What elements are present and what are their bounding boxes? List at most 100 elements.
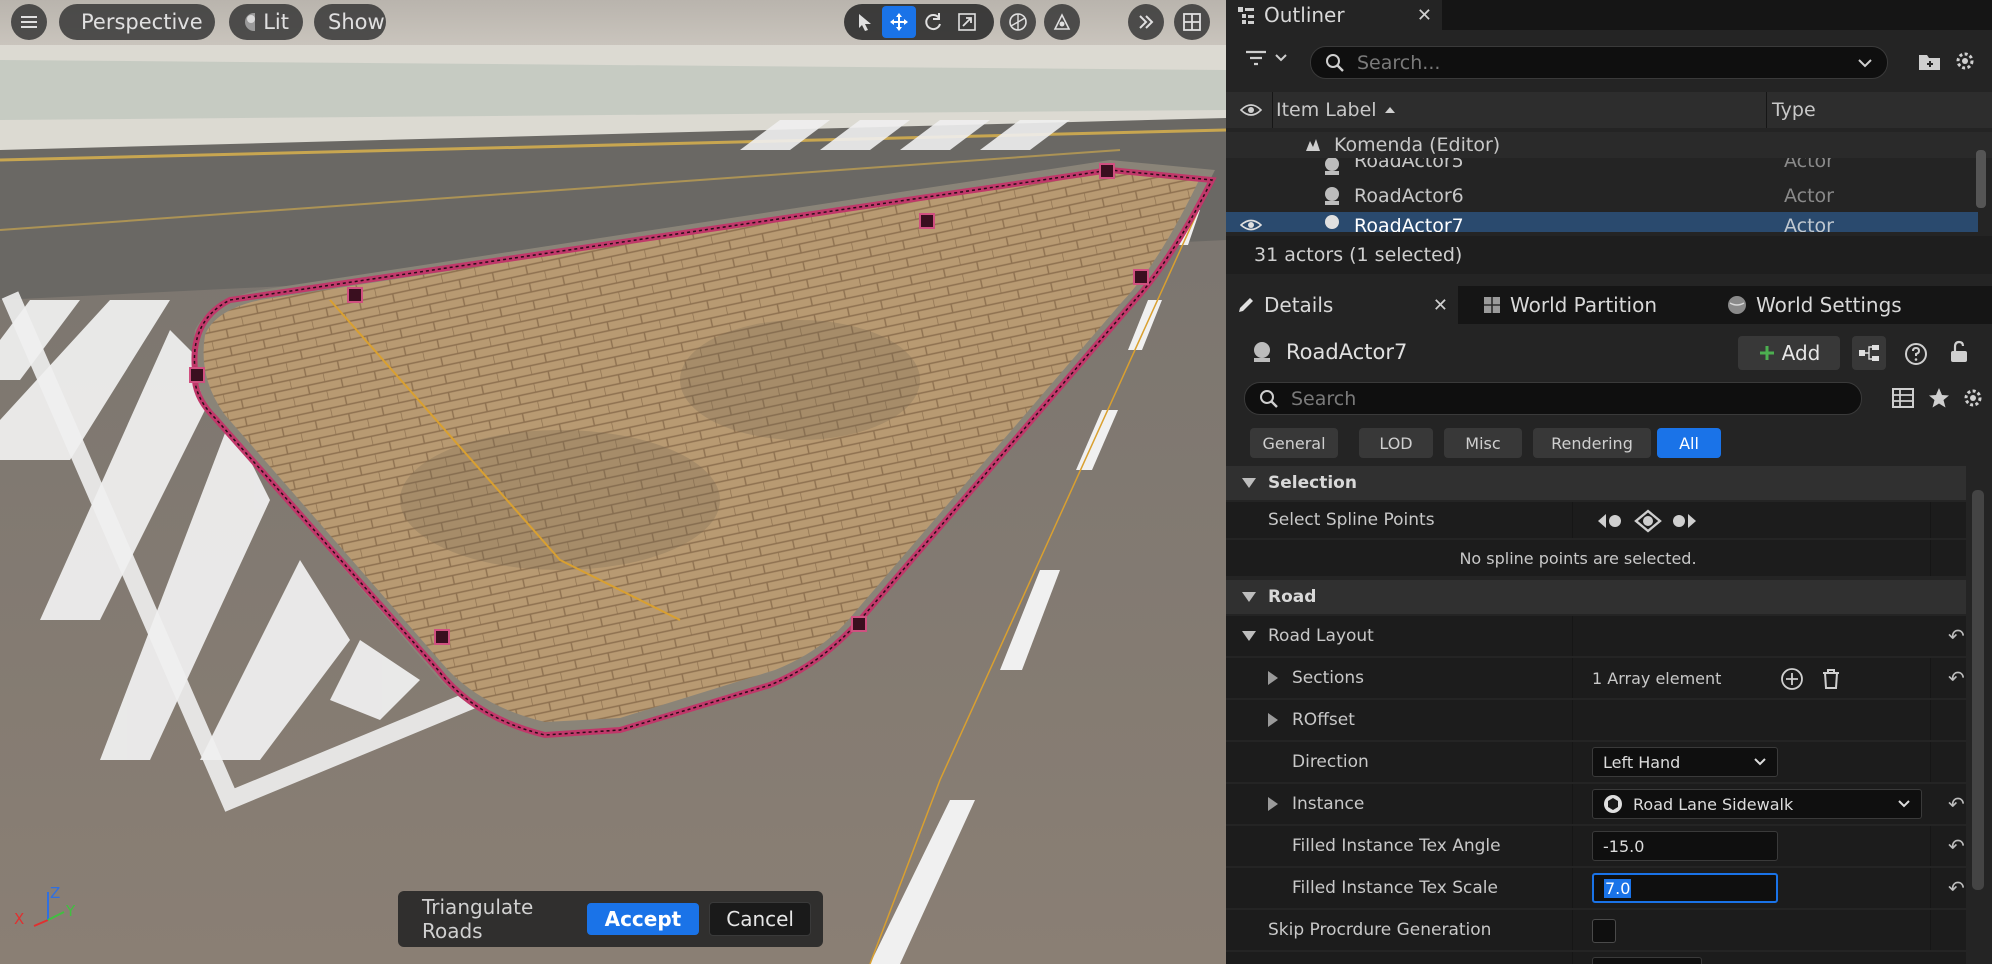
- right-panel: Outliner ✕ Search... Item Label Type Kom…: [1226, 0, 1992, 964]
- select-all-points-icon[interactable]: [1634, 509, 1662, 533]
- direction-row: Direction Left Hand: [1226, 742, 1966, 782]
- instance-row[interactable]: Instance Road Lane Sidewalk ↶: [1226, 784, 1966, 824]
- cancel-button[interactable]: Cancel: [709, 902, 811, 936]
- lock-icon[interactable]: [1948, 340, 1970, 364]
- tab-world-settings[interactable]: World Settings: [1716, 286, 1912, 324]
- trash-icon[interactable]: [1820, 667, 1842, 691]
- show-button[interactable]: Show: [314, 4, 386, 40]
- instance-value: Road Lane Sidewalk: [1633, 794, 1794, 814]
- accept-button[interactable]: Accept: [586, 903, 700, 935]
- road-layout-label: Road Layout: [1268, 626, 1374, 646]
- outliner-row-roadactor6[interactable]: RoadActor6 Actor: [1226, 182, 1992, 210]
- rotate-tool[interactable]: [916, 6, 950, 38]
- viewport-layout-button[interactable]: [1174, 4, 1210, 40]
- type-column-header[interactable]: Type: [1772, 92, 1816, 128]
- cursor-icon: [859, 14, 871, 31]
- select-tool[interactable]: [848, 6, 882, 38]
- add-component-button[interactable]: Add: [1738, 336, 1840, 370]
- property-grid: Selection Select Spline Points No spline…: [1226, 466, 1966, 964]
- outliner-search[interactable]: Search...: [1310, 46, 1888, 79]
- close-outliner-icon[interactable]: ✕: [1417, 5, 1432, 26]
- lit-button[interactable]: Lit: [229, 4, 303, 40]
- collapse-arrow-icon: [1242, 478, 1256, 488]
- surface-snapping-button[interactable]: [1000, 4, 1036, 40]
- tab-details[interactable]: Details ✕: [1226, 286, 1458, 324]
- snapping-options-button[interactable]: [1044, 4, 1080, 40]
- triangulate-roads-bar: Triangulate Roads Accept Cancel: [398, 891, 823, 947]
- material-priority-label: Material Priority: [1268, 952, 1403, 964]
- filter-icon: [1246, 50, 1266, 66]
- sections-row[interactable]: Sections 1 Array element ↶: [1226, 658, 1966, 698]
- filter-general[interactable]: General: [1250, 428, 1338, 458]
- transform-tools: [844, 4, 994, 40]
- category-road[interactable]: Road: [1226, 580, 1966, 614]
- world-icon: [1306, 139, 1320, 151]
- category-selection-label: Selection: [1268, 473, 1357, 493]
- actor-icon: [1325, 187, 1339, 205]
- roffset-label: ROffset: [1292, 710, 1355, 730]
- roffset-row[interactable]: ROffset: [1226, 700, 1966, 740]
- translate-tool[interactable]: [882, 6, 916, 38]
- tex-scale-value: 7.0: [1604, 878, 1632, 898]
- outliner-settings-icon[interactable]: [1954, 50, 1976, 72]
- material-priority-input[interactable]: 0: [1592, 957, 1702, 964]
- add-element-icon[interactable]: [1780, 667, 1804, 691]
- chevron-down-icon: [1754, 758, 1766, 766]
- details-scrollbar[interactable]: [1972, 490, 1984, 890]
- direction-dropdown[interactable]: Left Hand: [1592, 747, 1778, 777]
- blueprint-button[interactable]: [1852, 336, 1886, 370]
- perspective-label: Perspective: [81, 10, 203, 34]
- outliner-row-type: Actor: [1784, 158, 1834, 172]
- filter-misc[interactable]: Misc: [1444, 428, 1522, 458]
- reset-to-default-icon[interactable]: ↶: [1948, 876, 1965, 900]
- add-folder-icon[interactable]: [1918, 52, 1942, 72]
- no-spline-points-message: No spline points are selected.: [1459, 548, 1697, 568]
- help-icon[interactable]: [1904, 342, 1928, 366]
- close-details-icon[interactable]: ✕: [1433, 295, 1448, 316]
- outliner-icon: [1238, 7, 1254, 24]
- select-prev-point-icon[interactable]: [1596, 511, 1622, 531]
- tab-world-partition[interactable]: World Partition: [1472, 286, 1667, 324]
- item-label-column[interactable]: Item Label: [1276, 92, 1397, 128]
- viewport-menu-button[interactable]: [11, 4, 47, 40]
- tex-scale-input[interactable]: 7.0: [1592, 873, 1778, 903]
- outliner-row-roadactor7-selected[interactable]: RoadActor7 Actor: [1226, 212, 1978, 232]
- perspective-button[interactable]: Perspective: [59, 4, 215, 40]
- details-search[interactable]: Search: [1244, 382, 1862, 415]
- filter-all[interactable]: All: [1657, 428, 1721, 458]
- tex-scale-row: Filled Instance Tex Scale 7.0 ↶: [1226, 868, 1966, 908]
- favorites-star-icon[interactable]: [1928, 387, 1950, 409]
- reset-to-default-icon[interactable]: ↶: [1948, 624, 1965, 648]
- search-history-chevron-icon[interactable]: [1857, 58, 1873, 68]
- outliner-scrollbar[interactable]: [1976, 150, 1986, 208]
- tab-outliner[interactable]: Outliner ✕: [1226, 0, 1442, 30]
- outliner-row-roadactor5[interactable]: RoadActor5 Actor: [1226, 158, 1992, 176]
- reset-to-default-icon[interactable]: ↶: [1948, 792, 1965, 816]
- skip-generation-label: Skip Procrdure Generation: [1268, 920, 1492, 940]
- level-viewport[interactable]: Perspective Lit Show X Z Y Triangulate R…: [0, 0, 1226, 964]
- outliner-filter-button[interactable]: [1244, 48, 1288, 68]
- table-view-icon[interactable]: [1892, 388, 1914, 408]
- reset-to-default-icon[interactable]: ↶: [1948, 834, 1965, 858]
- plus-icon: [1759, 346, 1774, 360]
- expand-toolbar-button[interactable]: [1128, 4, 1164, 40]
- select-next-point-icon[interactable]: [1672, 511, 1698, 531]
- visibility-eye-icon[interactable]: [1240, 218, 1262, 232]
- scale-tool[interactable]: [950, 6, 984, 38]
- filter-lod[interactable]: LOD: [1359, 428, 1433, 458]
- tex-angle-input[interactable]: -15.0: [1592, 831, 1778, 861]
- axis-gizmo: X Z Y: [12, 884, 82, 928]
- reset-to-default-icon[interactable]: ↶: [1948, 666, 1965, 690]
- road-layout-row[interactable]: Road Layout ↶: [1226, 616, 1966, 656]
- axis-z-label: Z: [50, 884, 61, 902]
- instance-dropdown[interactable]: Road Lane Sidewalk: [1592, 789, 1922, 819]
- outliner-row-world[interactable]: Komenda (Editor): [1226, 132, 1992, 158]
- category-road-label: Road: [1268, 587, 1317, 607]
- skip-generation-checkbox[interactable]: [1592, 919, 1616, 943]
- details-settings-icon[interactable]: [1962, 387, 1984, 409]
- outliner-row-type: Actor: [1784, 185, 1834, 207]
- filter-rendering[interactable]: Rendering: [1533, 428, 1651, 458]
- category-selection[interactable]: Selection: [1226, 466, 1966, 500]
- no-spline-points-row: No spline points are selected.: [1226, 540, 1966, 576]
- show-label: Show: [328, 10, 385, 34]
